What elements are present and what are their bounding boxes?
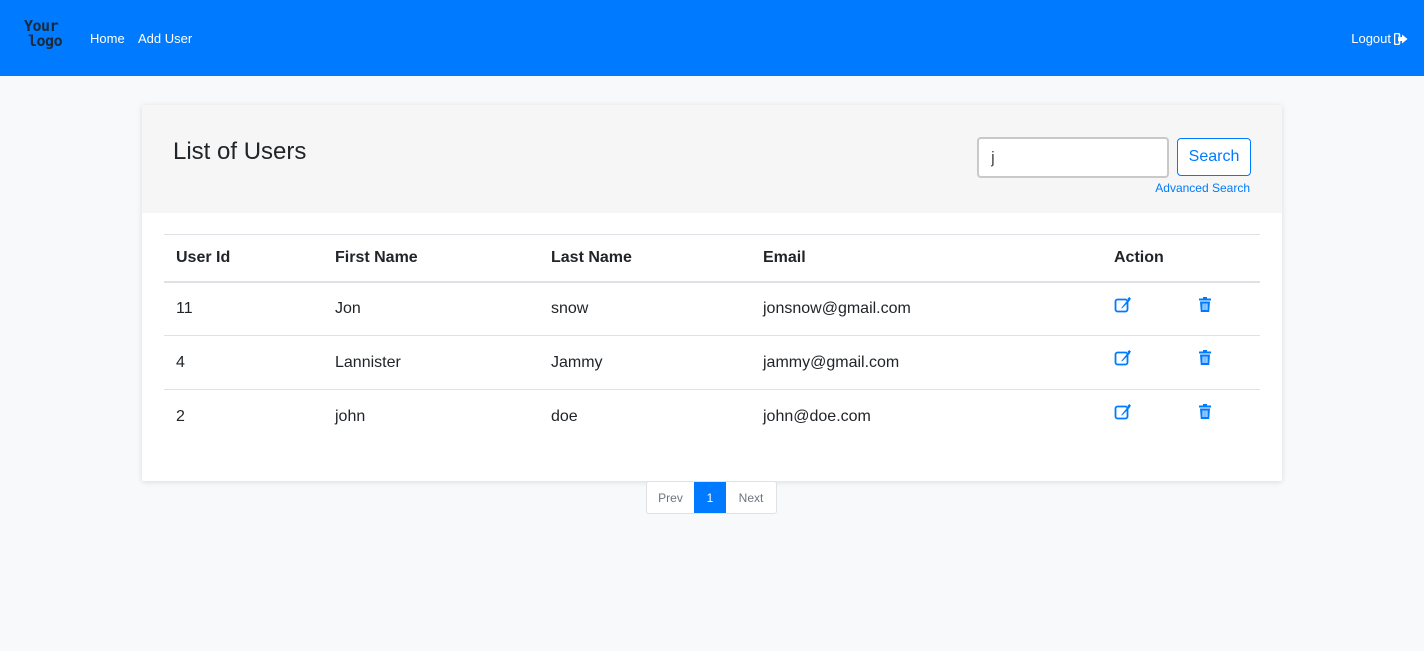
email-cell: jonsnow@gmail.com <box>751 281 1102 336</box>
table-header-row: User Id First Name Last Name Email Actio… <box>164 234 1260 283</box>
sign-out-icon <box>1394 33 1408 45</box>
action-cell <box>1102 335 1260 390</box>
column-header-user-id: User Id <box>164 234 323 283</box>
table-row: 4 Lannister Jammy jammy@gmail.com <box>164 335 1260 390</box>
pagination-page-1[interactable]: 1 <box>694 482 726 513</box>
last-name-cell: Jammy <box>539 335 751 390</box>
trash-icon[interactable] <box>1196 349 1214 367</box>
user-id-cell: 4 <box>164 335 323 390</box>
column-header-first-name: First Name <box>323 234 539 283</box>
pagination-next-button[interactable]: Next <box>726 482 776 513</box>
first-name-cell: Lannister <box>323 335 539 390</box>
users-table: User Id First Name Last Name Email Actio… <box>164 234 1260 444</box>
column-header-action: Action <box>1102 234 1260 283</box>
logo[interactable]: Your logo <box>24 19 63 55</box>
logout-button[interactable]: Logout <box>1351 31 1408 47</box>
table-row: 2 john doe john@doe.com <box>164 390 1260 444</box>
nav-add-user-link[interactable]: Add User <box>138 31 192 47</box>
email-cell: john@doe.com <box>763 407 871 425</box>
first-name-cell: Jon <box>323 281 539 336</box>
last-name-cell: snow <box>539 281 751 336</box>
trash-icon[interactable] <box>1196 296 1214 314</box>
edit-icon[interactable] <box>1114 403 1132 421</box>
logo-line-2: logo <box>28 32 63 50</box>
advanced-search-link[interactable]: Advanced Search <box>1155 181 1250 195</box>
user-id-cell: 2 <box>176 407 185 425</box>
search-button[interactable]: Search <box>1177 138 1251 176</box>
page-title: List of Users <box>173 138 307 165</box>
action-cell <box>1102 390 1260 444</box>
card-header: List of Users Search Advanced Search <box>142 105 1282 213</box>
user-id-cell: 11 <box>164 281 323 336</box>
trash-icon[interactable] <box>1196 403 1214 421</box>
users-card: List of Users Search Advanced Search Use… <box>142 105 1282 481</box>
table-row: 11 Jon snow jonsnow@gmail.com <box>164 281 1260 336</box>
email-cell: jammy@gmail.com <box>751 335 1102 390</box>
action-cell <box>1102 281 1260 336</box>
column-header-last-name: Last Name <box>539 234 751 283</box>
first-name-cell: john <box>335 407 366 425</box>
top-navbar: Your logo Home Add User Logout <box>0 0 1424 76</box>
last-name-cell: doe <box>551 407 578 425</box>
edit-icon[interactable] <box>1114 296 1132 314</box>
pagination: Prev 1 Next <box>646 481 777 514</box>
search-input[interactable] <box>977 137 1169 178</box>
column-header-email: Email <box>751 234 1102 283</box>
edit-icon[interactable] <box>1114 349 1132 367</box>
nav-home-link[interactable]: Home <box>90 31 125 47</box>
pagination-prev-button[interactable]: Prev <box>647 482 694 513</box>
logout-label: Logout <box>1351 31 1391 46</box>
